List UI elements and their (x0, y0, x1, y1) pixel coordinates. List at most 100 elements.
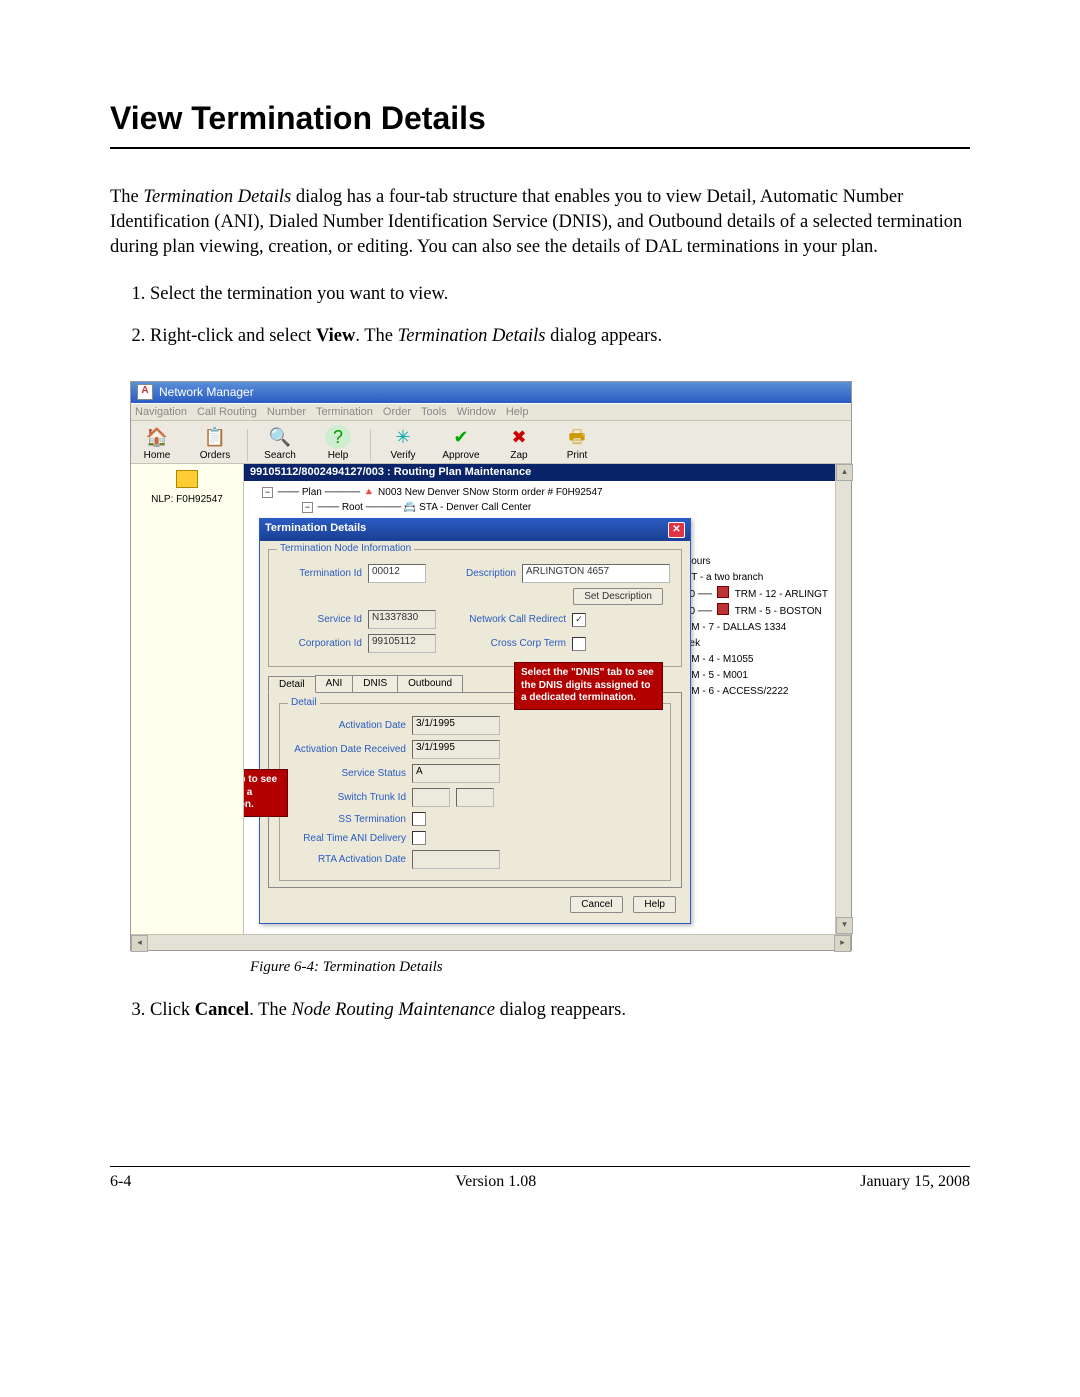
set-description-button[interactable]: Set Description (573, 588, 663, 605)
label-activation-date-received: Activation Date Received (286, 744, 406, 755)
label-termination-id: Termination Id (277, 568, 362, 579)
zap-icon: ✖ (506, 425, 532, 449)
menu-tools[interactable]: Tools (421, 406, 447, 418)
app-icon: A (137, 384, 153, 400)
label-ncr: Network Call Redirect (456, 614, 566, 625)
field-corp-id: 99105112 (368, 634, 436, 653)
sidebar: NLP: F0H92547 (131, 464, 244, 934)
field-rta-activation-date (412, 850, 500, 869)
field-description[interactable]: ARLINGTON 4657 (522, 564, 670, 583)
toolbar-approve[interactable]: ✔Approve (441, 425, 481, 461)
field-switch-trunk-id-2 (456, 788, 494, 807)
group-legend: Termination Node Information (277, 543, 414, 554)
figure-caption: Figure 6-4: Termination Details (250, 959, 970, 976)
trm-icon (717, 586, 729, 598)
trm-icon (717, 603, 729, 615)
field-termination-id[interactable]: 00012 (368, 564, 426, 583)
checkbox-real-time-ani[interactable] (412, 831, 426, 845)
tab-outbound[interactable]: Outbound (397, 675, 463, 692)
vertical-scrollbar[interactable]: ▴ ▾ (835, 464, 851, 934)
menu-navigation[interactable]: Navigation (135, 406, 187, 418)
label-cct: Cross Corp Term (456, 638, 566, 649)
routing-plan-title: 99105112/8002494127/003 : Routing Plan M… (244, 464, 835, 481)
cancel-button[interactable]: Cancel (570, 896, 623, 913)
menu-bar: Navigation Call Routing Number Terminati… (131, 403, 851, 421)
tab-detail[interactable]: Detail (268, 676, 316, 693)
menu-order[interactable]: Order (383, 406, 411, 418)
checkbox-ss-termination[interactable] (412, 812, 426, 826)
menu-window[interactable]: Window (457, 406, 496, 418)
checkbox-cct[interactable] (572, 637, 586, 651)
label-corp-id: Corporation Id (277, 638, 362, 649)
label-description: Description (456, 568, 516, 579)
plan-tree: − ─── Plan ───── 🔺 N003 New Denver SNow … (244, 481, 835, 517)
toolbar-print[interactable]: 🖶Print (557, 425, 597, 461)
menu-termination[interactable]: Termination (316, 406, 373, 418)
steps-list-cont: Click Cancel. The Node Routing Maintenan… (110, 996, 970, 1026)
main-pane: 99105112/8002494127/003 : Routing Plan M… (244, 464, 835, 934)
step-2: Right-click and select View. The Termina… (150, 322, 970, 352)
scroll-up-icon[interactable]: ▴ (836, 464, 853, 481)
dialog-title: Termination Details (265, 522, 366, 538)
field-service-status: A (412, 764, 500, 783)
toolbar-zap[interactable]: ✖Zap (499, 425, 539, 461)
toolbar-orders[interactable]: 📋Orders (195, 425, 235, 461)
footer-rule (110, 1166, 970, 1167)
termination-details-dialog: Termination Details ✕ Termination Node I… (259, 518, 691, 924)
tab-ani[interactable]: ANI (315, 675, 354, 692)
help-icon: ? (325, 425, 351, 449)
toolbar-help[interactable]: ?Help (318, 425, 358, 461)
close-button[interactable]: ✕ (668, 522, 685, 538)
field-activation-date-received: 3/1/1995 (412, 740, 500, 759)
page-footer: 6-4 Version 1.08 January 15, 2008 (110, 1173, 970, 1191)
scroll-down-icon[interactable]: ▾ (836, 917, 853, 934)
menu-number[interactable]: Number (267, 406, 306, 418)
scroll-right-icon[interactable]: ▸ (834, 935, 851, 952)
tree-collapse-icon[interactable]: − (262, 487, 273, 498)
search-icon: 🔍 (267, 425, 293, 449)
toolbar-search[interactable]: 🔍Search (260, 425, 300, 461)
label-activation-date: Activation Date (286, 720, 406, 731)
verify-icon: ✳ (390, 425, 416, 449)
label-ss-termination: SS Termination (286, 814, 406, 825)
field-switch-trunk-id-1 (412, 788, 450, 807)
screenshot-window: A Network Manager Navigation Call Routin… (130, 381, 852, 951)
footer-right: January 15, 2008 (860, 1173, 970, 1191)
toolbar-verify[interactable]: ✳Verify (383, 425, 423, 461)
callout-dnis: Select the "DNIS" tab to see the DNIS di… (514, 662, 663, 710)
label-service-status: Service Status (286, 768, 406, 779)
right-tree: Hours CT - a two branch 70 ── TRM - 12 -… (684, 554, 828, 700)
step-3: Click Cancel. The Node Routing Maintenan… (150, 996, 970, 1026)
tab-dnis[interactable]: DNIS (352, 675, 398, 692)
intro-paragraph: The Termination Details dialog has a fou… (110, 185, 970, 260)
callout-ani: Select the "ANI" tab to see the ANI assi… (244, 769, 288, 817)
toolbar-home[interactable]: 🏠Home (137, 425, 177, 461)
plan-icon (176, 470, 198, 488)
field-activation-date: 3/1/1995 (412, 716, 500, 735)
toolbar: 🏠Home 📋Orders 🔍Search ?Help ✳Verify ✔App… (131, 421, 851, 464)
step-1: Select the termination you want to view. (150, 280, 970, 310)
help-button[interactable]: Help (633, 896, 676, 913)
footer-center: Version 1.08 (455, 1173, 536, 1191)
dialog-titlebar: Termination Details ✕ (260, 519, 690, 541)
approve-icon: ✔ (448, 425, 474, 449)
steps-list: Select the termination you want to view.… (110, 280, 970, 351)
tree-collapse-icon[interactable]: − (302, 502, 313, 513)
window-title: Network Manager (159, 385, 254, 399)
title-rule (110, 147, 970, 149)
footer-left: 6-4 (110, 1173, 131, 1191)
detail-legend: Detail (288, 697, 320, 708)
checkbox-ncr[interactable]: ✓ (572, 613, 586, 627)
scroll-left-icon[interactable]: ◂ (131, 935, 148, 952)
menu-help[interactable]: Help (506, 406, 529, 418)
label-rta-activation-date: RTA Activation Date (286, 854, 406, 865)
label-switch-trunk-id: Switch Trunk Id (286, 792, 406, 803)
orders-icon: 📋 (202, 425, 228, 449)
sidebar-nlp: NLP: F0H92547 (137, 494, 237, 505)
horizontal-scrollbar[interactable]: ◂ ▸ (131, 934, 851, 950)
field-service-id: N1337830 (368, 610, 436, 629)
window-titlebar: A Network Manager (131, 382, 851, 403)
label-service-id: Service Id (277, 614, 362, 625)
menu-callrouting[interactable]: Call Routing (197, 406, 257, 418)
print-icon: 🖶 (564, 425, 590, 449)
